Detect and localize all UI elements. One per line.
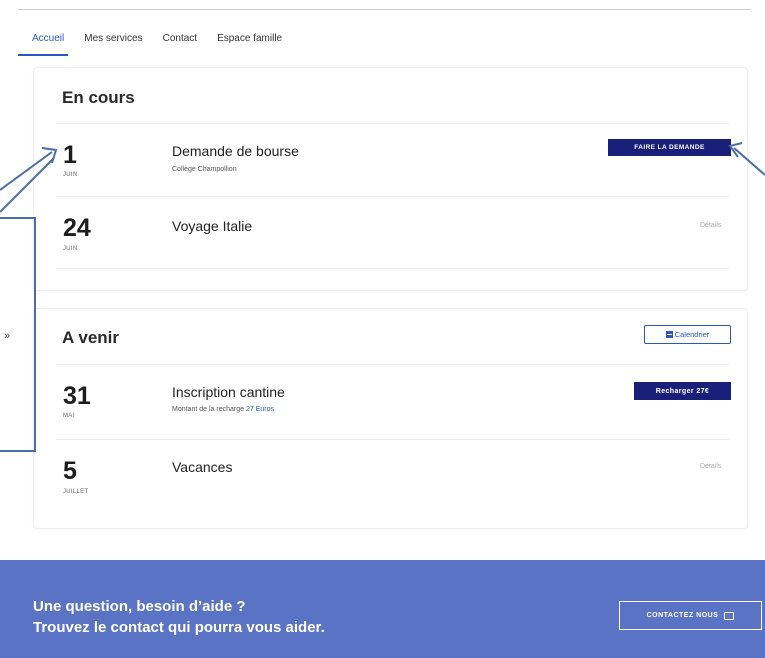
annotation-arrow-line (0, 151, 53, 191)
footer-help-text: Trouvez le contact qui pourra vous aider… (33, 619, 325, 636)
contact-button-label: CONTACTEZ NOUS (646, 612, 719, 619)
help-footer: Une question, besoin d’aide ? Trouvez le… (0, 560, 765, 658)
contactez-nous-button[interactable]: CONTACTEZ NOUS (619, 601, 762, 630)
annotation-arrow-line (733, 147, 765, 176)
annotation-arrowhead (41, 147, 58, 164)
chat-bubble-icon (724, 611, 735, 620)
footer-question: Une question, besoin d’aide ? (33, 598, 246, 615)
